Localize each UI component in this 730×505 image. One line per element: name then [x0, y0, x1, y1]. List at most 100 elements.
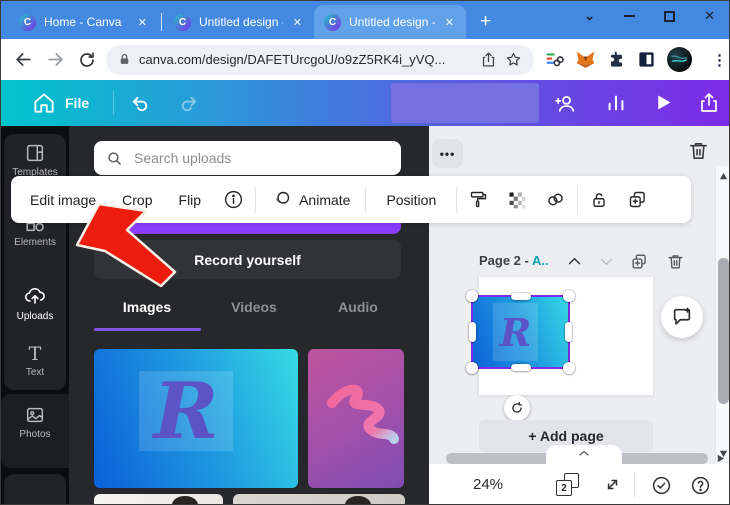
theme-square-extension-icon[interactable] — [637, 50, 656, 69]
header-divider — [113, 91, 114, 115]
duplicate-plus-icon — [630, 191, 646, 208]
browser-menu-kebab-icon[interactable]: ⋮ — [712, 51, 727, 69]
file-menu[interactable]: File — [65, 95, 89, 111]
maximize-icon[interactable] — [664, 10, 676, 22]
pages-button[interactable]: 2 — [556, 473, 579, 496]
transparency-button[interactable] — [498, 190, 536, 210]
new-tab-button[interactable]: + — [480, 11, 491, 33]
link-button[interactable] — [536, 189, 575, 210]
tab-untitled-design-2-active[interactable]: C Untitled design - ✕ — [314, 5, 466, 39]
tab-search-icon[interactable]: ⌄ — [584, 8, 595, 24]
flip-button[interactable]: Flip — [166, 192, 215, 208]
upload-thumbnail-squiggle[interactable] — [308, 349, 404, 488]
comment-plus-icon — [673, 307, 691, 325]
position-button[interactable]: Position — [368, 192, 454, 208]
omnibox[interactable]: canva.com/design/DAFETUrcgoU/o9zZ5RK4i_y… — [106, 44, 534, 75]
share-page-icon[interactable] — [480, 51, 497, 68]
resize-handle-top-right[interactable] — [563, 290, 575, 302]
saved-check-icon[interactable] — [651, 475, 672, 496]
colorful-extension-icon[interactable] — [544, 50, 564, 70]
share-export-icon[interactable] — [697, 91, 721, 115]
url-text[interactable]: canva.com/design/DAFETUrcgoU/o9zZ5RK4i_y… — [139, 52, 472, 67]
redo-icon[interactable] — [177, 92, 200, 115]
toolbar-divider — [365, 186, 367, 213]
tab-images[interactable]: Images — [123, 299, 171, 315]
workspace: Templates Elements Uploads T Text Photos… — [1, 126, 729, 504]
lock-button[interactable] — [580, 190, 618, 210]
scroll-right-arrow-icon[interactable] — [716, 454, 725, 463]
help-icon[interactable] — [690, 475, 711, 496]
back-icon[interactable] — [14, 50, 33, 69]
comment-button[interactable] — [661, 296, 703, 338]
add-members-icon[interactable] — [553, 91, 578, 116]
sidebar-item-templates[interactable]: Templates — [1, 142, 69, 178]
upload-thumbnail-r-logo[interactable]: R — [94, 349, 298, 488]
window-controls: ⌄ ✕ — [584, 1, 729, 31]
tab-untitled-design-1[interactable]: C Untitled design - ✕ — [164, 5, 314, 39]
minimize-icon[interactable] — [624, 15, 636, 17]
resize-handle-top[interactable] — [510, 293, 531, 300]
canva-favicon-icon: C — [174, 13, 191, 31]
profile-avatar[interactable] — [667, 47, 692, 72]
window-close-icon[interactable]: ✕ — [704, 8, 715, 24]
tab-close-icon[interactable]: ✕ — [136, 16, 149, 29]
more-options-button[interactable]: ••• — [432, 139, 463, 168]
copy-style-button[interactable] — [459, 189, 498, 210]
upload-thumbnail-person-2[interactable] — [233, 494, 405, 504]
page-title[interactable]: Page 2 - A.. — [479, 253, 549, 268]
info-button[interactable] — [214, 189, 253, 210]
tab-divider — [161, 13, 162, 31]
record-yourself-button[interactable]: Record yourself — [94, 240, 401, 279]
crop-button[interactable]: Crop — [109, 192, 165, 208]
undo-icon[interactable] — [129, 92, 152, 115]
resize-handle-bottom-right[interactable] — [563, 362, 575, 374]
home-icon[interactable] — [31, 90, 57, 116]
scrollbar-thumb[interactable] — [718, 258, 729, 404]
resize-handle-right[interactable] — [565, 322, 572, 342]
forward-icon[interactable] — [46, 50, 65, 69]
person-silhouette — [172, 496, 198, 504]
active-tab-underline — [94, 328, 201, 331]
animate-button[interactable]: Animate — [258, 189, 363, 210]
analytics-icon[interactable] — [605, 92, 627, 114]
search-uploads-box[interactable] — [94, 141, 401, 175]
selection-frame — [466, 290, 575, 374]
bookmark-star-icon[interactable] — [505, 51, 522, 68]
tab-close-icon[interactable]: ✕ — [443, 16, 456, 29]
move-page-down-icon[interactable] — [598, 253, 615, 270]
resize-handle-left[interactable] — [469, 322, 476, 342]
delete-element-icon[interactable] — [687, 139, 710, 162]
page-title-suffix: A.. — [531, 253, 549, 268]
lock-icon — [118, 53, 131, 66]
resize-handle-bottom-left[interactable] — [466, 362, 478, 374]
upload-thumbnail-person-1[interactable] — [94, 494, 223, 504]
metamask-fox-icon[interactable] — [575, 49, 596, 70]
move-page-up-icon[interactable] — [566, 253, 583, 270]
search-uploads-input[interactable] — [132, 149, 389, 167]
edit-image-button[interactable]: Edit image — [17, 192, 109, 208]
rotate-handle[interactable] — [504, 395, 530, 421]
tab-audio[interactable]: Audio — [338, 299, 378, 315]
sidebar-item-text[interactable]: T Text — [1, 344, 69, 378]
sidebar-item-uploads[interactable]: Uploads — [1, 284, 69, 322]
zoom-level[interactable]: 24% — [473, 476, 503, 493]
duplicate-button[interactable] — [618, 189, 657, 210]
vertical-scrollbar[interactable] — [715, 166, 729, 464]
page-header: Page 2 - A.. — [429, 249, 729, 275]
reload-icon[interactable] — [78, 51, 96, 69]
tab-home-canva[interactable]: C Home - Canva ✕ — [9, 5, 159, 39]
extensions-puzzle-icon[interactable] — [607, 50, 626, 69]
toolbar-collapse-notch[interactable] — [546, 445, 622, 466]
sidebar-item-photos[interactable]: Photos — [1, 404, 69, 440]
scroll-up-arrow-icon[interactable] — [719, 172, 728, 181]
duplicate-page-icon[interactable] — [630, 252, 649, 271]
present-play-icon[interactable] — [653, 92, 674, 113]
delete-page-icon[interactable] — [666, 252, 685, 271]
resize-handle-bottom[interactable] — [510, 364, 531, 371]
tab-close-icon[interactable]: ✕ — [291, 16, 304, 29]
fullscreen-icon[interactable] — [603, 475, 622, 494]
tab-title: Home - Canva — [44, 15, 122, 29]
resize-handle-top-left[interactable] — [466, 290, 478, 302]
tab-videos[interactable]: Videos — [231, 299, 277, 315]
thumbnail-inner-card: R — [139, 366, 233, 457]
